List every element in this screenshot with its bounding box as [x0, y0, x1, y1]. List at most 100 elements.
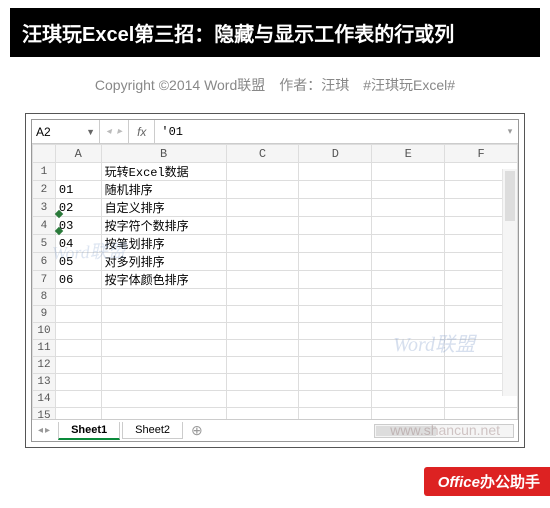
cell[interactable]	[55, 340, 101, 357]
tab-prev-icon[interactable]: ◂	[38, 425, 43, 436]
cell[interactable]	[55, 408, 101, 420]
cell[interactable]	[299, 340, 372, 357]
cell[interactable]	[299, 357, 372, 374]
cell[interactable]	[372, 374, 445, 391]
cell[interactable]	[372, 323, 445, 340]
column-header-F[interactable]: F	[445, 145, 518, 163]
sheet-tab-sheet1[interactable]: Sheet1	[58, 422, 120, 440]
row-header[interactable]: 1	[33, 163, 56, 181]
row-header[interactable]: 10	[33, 323, 56, 340]
cell[interactable]	[226, 199, 299, 217]
vertical-scrollbar[interactable]	[502, 169, 517, 396]
cell[interactable]	[372, 391, 445, 408]
spreadsheet-grid[interactable]: A B C D E F 1玩转Excel数据201随机排序302自定义排序403…	[32, 144, 518, 419]
cell[interactable]	[299, 323, 372, 340]
cell[interactable]	[101, 408, 226, 420]
cell[interactable]	[226, 323, 299, 340]
cell[interactable]	[101, 306, 226, 323]
cell[interactable]	[101, 340, 226, 357]
tab-next-icon[interactable]: ▸	[45, 425, 50, 436]
cell[interactable]	[372, 408, 445, 420]
cell[interactable]	[226, 235, 299, 253]
cell[interactable]	[226, 217, 299, 235]
row-header[interactable]: 11	[33, 340, 56, 357]
horizontal-scroll-thumb[interactable]	[376, 426, 436, 436]
select-all-corner[interactable]	[33, 145, 56, 163]
cell[interactable]: 对多列排序	[101, 253, 226, 271]
cell[interactable]	[226, 253, 299, 271]
cell[interactable]	[101, 323, 226, 340]
cell[interactable]	[299, 199, 372, 217]
cell[interactable]	[101, 374, 226, 391]
cell[interactable]	[55, 289, 101, 306]
cell[interactable]	[299, 374, 372, 391]
tab-nav[interactable]: ◂ ▸	[32, 425, 56, 436]
row-header[interactable]: 5	[33, 235, 56, 253]
cell[interactable]	[55, 306, 101, 323]
cell[interactable]	[55, 163, 101, 181]
row-header[interactable]: 3	[33, 199, 56, 217]
cell[interactable]	[55, 374, 101, 391]
cell[interactable]	[372, 217, 445, 235]
add-sheet-button[interactable]: ⊕	[183, 422, 211, 439]
cell[interactable]	[299, 271, 372, 289]
cell[interactable]	[226, 271, 299, 289]
fx-button[interactable]: fx	[129, 120, 155, 143]
cell[interactable]	[372, 199, 445, 217]
formula-input[interactable]: '01	[155, 120, 502, 143]
cell[interactable]: 玩转Excel数据	[101, 163, 226, 181]
cell[interactable]	[226, 357, 299, 374]
column-header-E[interactable]: E	[372, 145, 445, 163]
row-header[interactable]: 15	[33, 408, 56, 420]
cell[interactable]	[226, 289, 299, 306]
column-header-D[interactable]: D	[299, 145, 372, 163]
cell[interactable]: 随机排序	[101, 181, 226, 199]
cell[interactable]: 按字符个数排序	[101, 217, 226, 235]
row-header[interactable]: 13	[33, 374, 56, 391]
row-header[interactable]: 14	[33, 391, 56, 408]
cell[interactable]	[101, 289, 226, 306]
cell[interactable]: 05	[55, 253, 101, 271]
cell[interactable]	[226, 374, 299, 391]
cell[interactable]	[299, 235, 372, 253]
cell[interactable]	[226, 163, 299, 181]
cell[interactable]	[101, 391, 226, 408]
cell[interactable]	[226, 408, 299, 420]
cell[interactable]	[299, 306, 372, 323]
cell[interactable]: 04	[55, 235, 101, 253]
row-header[interactable]: 12	[33, 357, 56, 374]
cell[interactable]	[299, 217, 372, 235]
cell[interactable]	[445, 408, 518, 420]
cell[interactable]	[55, 323, 101, 340]
horizontal-scrollbar[interactable]	[374, 424, 514, 438]
cell[interactable]	[372, 357, 445, 374]
vertical-scroll-thumb[interactable]	[505, 171, 515, 221]
cell[interactable]	[226, 306, 299, 323]
cell[interactable]	[299, 391, 372, 408]
cell[interactable]: 按字体颜色排序	[101, 271, 226, 289]
column-header-A[interactable]: A	[55, 145, 101, 163]
cell[interactable]	[299, 408, 372, 420]
cell[interactable]	[55, 391, 101, 408]
nav-right-icon[interactable]: ▸	[117, 126, 122, 137]
row-header[interactable]: 6	[33, 253, 56, 271]
cell[interactable]: 06	[55, 271, 101, 289]
cell[interactable]	[226, 391, 299, 408]
cell[interactable]	[226, 340, 299, 357]
row-header[interactable]: 8	[33, 289, 56, 306]
cell[interactable]	[372, 306, 445, 323]
cell[interactable]	[372, 163, 445, 181]
cell[interactable]	[226, 181, 299, 199]
row-header[interactable]: 2	[33, 181, 56, 199]
cell[interactable]	[299, 163, 372, 181]
row-header[interactable]: 9	[33, 306, 56, 323]
cell[interactable]	[372, 271, 445, 289]
cell[interactable]	[299, 253, 372, 271]
cell[interactable]	[55, 357, 101, 374]
nav-left-icon[interactable]: ◂	[106, 126, 111, 137]
cell[interactable]	[101, 357, 226, 374]
column-header-B[interactable]: B	[101, 145, 226, 163]
cell[interactable]	[372, 340, 445, 357]
row-header[interactable]: 4	[33, 217, 56, 235]
formula-expand-icon[interactable]: ▾	[502, 126, 518, 137]
